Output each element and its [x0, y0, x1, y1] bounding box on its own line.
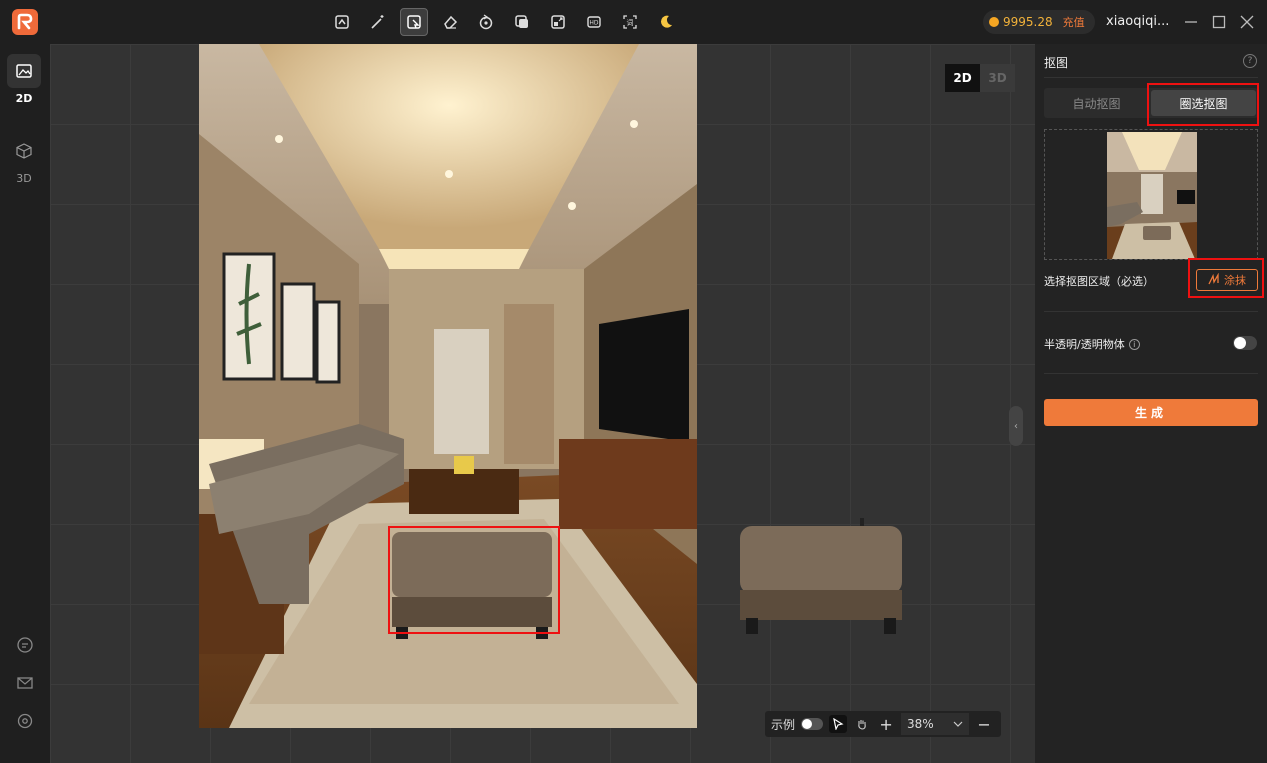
title-bar: HD 词 9995.28 充值 xiaoqiqi...: [0, 0, 1267, 44]
magic-wand-icon[interactable]: [364, 8, 392, 36]
image-icon: [7, 54, 41, 88]
username[interactable]: xiaoqiqi...: [1106, 14, 1169, 29]
chevron-down-icon: [953, 717, 963, 731]
left-sidebar: 2D 3D: [0, 44, 50, 763]
highlight-box-smear: [1188, 258, 1264, 298]
zoom-out-button[interactable]: −: [975, 715, 993, 734]
divider: [1044, 311, 1258, 312]
transparent-option: 半透明/透明物体 i: [1044, 336, 1140, 352]
minimize-icon[interactable]: [1181, 12, 1201, 32]
right-panel: 抠图 ? 自动抠图 圈选抠图 选择抠图区域（必选） 涂抹 半透明/透明物体 i …: [1035, 44, 1267, 763]
sidebar-label-2d: 2D: [15, 92, 33, 105]
zoom-in-button[interactable]: +: [877, 715, 895, 734]
app-window: HD 词 9995.28 充值 xiaoqiqi... 2D 3D 2D 3D …: [0, 0, 1267, 763]
cube-icon: [7, 134, 41, 168]
sidebar-item-3d[interactable]: 3D: [6, 134, 42, 185]
coin-amount: 9995.28: [1003, 15, 1053, 29]
crop-icon[interactable]: [328, 8, 356, 36]
example-label: 示例: [771, 717, 796, 732]
view-mode-toggle: 2D 3D: [945, 64, 1015, 92]
sidebar-label-3d: 3D: [16, 172, 32, 185]
info-icon[interactable]: i: [1128, 338, 1140, 350]
chat-icon[interactable]: [14, 634, 36, 656]
layers-icon[interactable]: [508, 8, 536, 36]
collapse-panel-handle[interactable]: ‹: [1009, 406, 1023, 446]
text-recognize-icon[interactable]: 词: [616, 8, 644, 36]
maximize-icon[interactable]: [1209, 12, 1229, 32]
sidebar-item-2d[interactable]: 2D: [6, 54, 42, 105]
eraser-icon[interactable]: [436, 8, 464, 36]
cutout-result-ottoman[interactable]: [738, 518, 904, 638]
tab-auto-cutout[interactable]: 自动抠图: [1044, 88, 1149, 118]
generate-button[interactable]: 生成: [1044, 399, 1258, 426]
chevron-left-icon: ‹: [1014, 420, 1018, 432]
moon-icon[interactable]: [652, 8, 680, 36]
hand-icon[interactable]: [853, 715, 871, 733]
highlight-box-tab: [1147, 83, 1259, 126]
editor-canvas[interactable]: 2D 3D ‹ 示例 + 38% −: [50, 44, 1035, 763]
canvas-bottom-bar: 示例 + 38% −: [765, 711, 1001, 737]
coin-balance[interactable]: 9995.28 充值: [983, 10, 1095, 34]
view-3d-button[interactable]: 3D: [980, 64, 1015, 92]
svg-text:HD: HD: [589, 20, 599, 27]
hd-icon[interactable]: HD: [580, 8, 608, 36]
preview-thumbnail: [1107, 132, 1197, 259]
coin-icon: [989, 17, 999, 27]
transparent-label: 半透明/透明物体: [1044, 338, 1125, 351]
recharge-link[interactable]: 充值: [1063, 14, 1085, 30]
divider: [1044, 373, 1258, 374]
close-icon[interactable]: [1237, 12, 1257, 32]
settings-icon[interactable]: [14, 710, 36, 732]
pointer-icon[interactable]: [829, 715, 848, 733]
help-icon[interactable]: ?: [1243, 54, 1257, 68]
transparent-toggle[interactable]: [1233, 336, 1257, 350]
image-preview-area[interactable]: [1044, 129, 1258, 260]
divider: [1044, 77, 1258, 78]
panel-title: 抠图: [1044, 56, 1069, 70]
region-label: 选择抠图区域（必选）: [1044, 275, 1154, 288]
top-toolbar: HD 词: [328, 8, 680, 36]
mail-icon[interactable]: [14, 672, 36, 694]
view-2d-button[interactable]: 2D: [945, 64, 980, 92]
example-toggle[interactable]: [801, 718, 824, 730]
rotate-icon[interactable]: [472, 8, 500, 36]
svg-text:词: 词: [627, 19, 634, 27]
app-logo: [12, 9, 38, 35]
zoom-value: 38%: [907, 717, 934, 731]
cutout-select-icon[interactable]: [400, 8, 428, 36]
zoom-select[interactable]: 38%: [901, 713, 970, 735]
selection-rectangle[interactable]: [388, 526, 560, 634]
expand-icon[interactable]: [544, 8, 572, 36]
